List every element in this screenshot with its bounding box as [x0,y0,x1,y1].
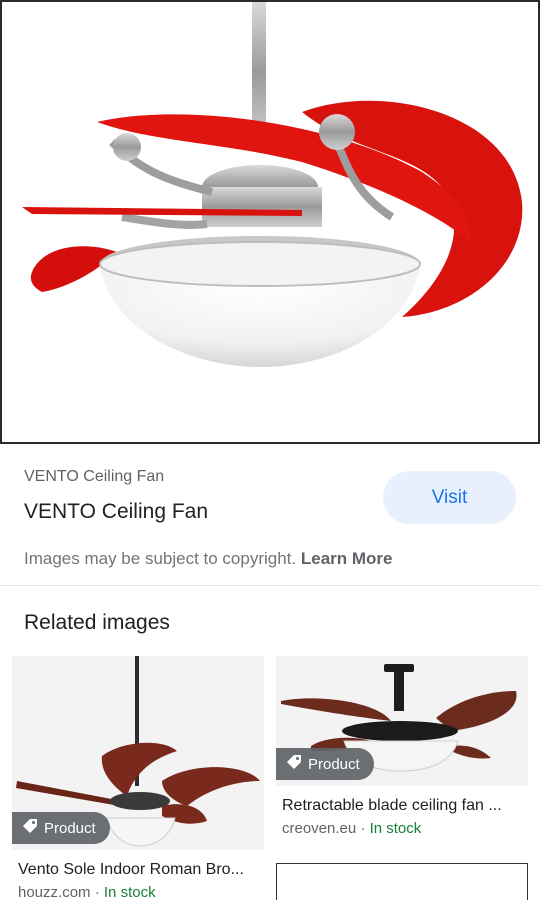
related-card-domain: houzz.com [18,884,91,901]
ceiling-fan-image [22,2,523,367]
main-image[interactable] [0,0,540,444]
divider [0,585,540,586]
meta-separator: · [90,884,104,901]
related-images-heading: Related images [24,611,170,634]
related-card-meta: houzz.com · In stock [18,884,156,901]
result-title[interactable]: VENTO Ceiling Fan [24,500,208,524]
product-badge-label: Product [44,819,96,837]
tag-icon [286,754,302,774]
related-card-title[interactable]: Retractable blade ceiling fan ... [282,797,526,815]
related-card-title[interactable]: Vento Sole Indoor Roman Bro... [18,861,262,879]
related-thumbnail[interactable] [276,863,528,900]
copyright-notice: Images may be subject to copyright. Lear… [24,549,393,569]
learn-more-link[interactable]: Learn More [301,549,393,568]
product-badge: Product [276,748,374,780]
tag-icon [22,818,38,838]
copyright-text: Images may be subject to copyright. [24,549,297,568]
product-badge-label: Product [308,755,360,773]
meta-separator: · [356,820,370,837]
stock-status: In stock [103,884,156,901]
related-card-domain: creoven.eu [282,820,357,837]
visit-button[interactable]: Visit [383,471,516,524]
related-card-meta: creoven.eu · In stock [282,820,421,837]
stock-status: In stock [369,820,422,837]
result-source[interactable]: VENTO Ceiling Fan [24,468,164,486]
product-badge: Product [12,812,110,844]
